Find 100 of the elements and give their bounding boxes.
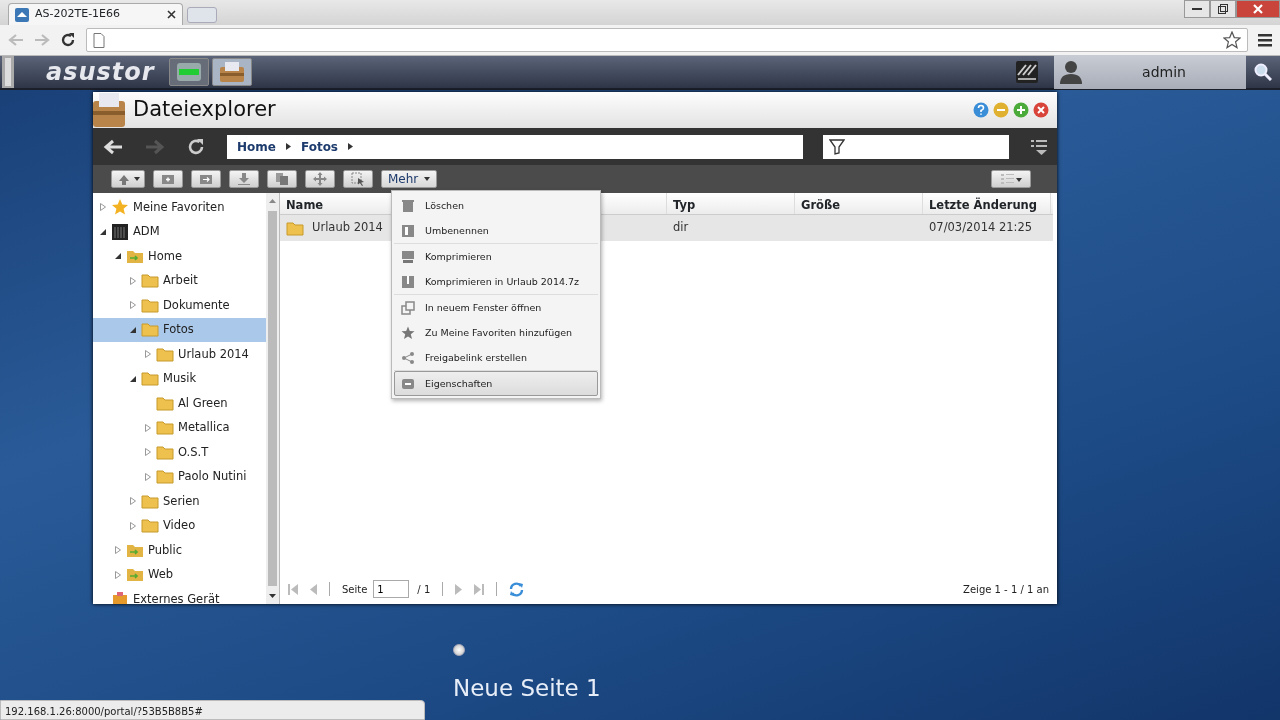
tree-item[interactable]: Arbeit	[93, 268, 266, 293]
browser-tab[interactable]: AS-202TE-1E66	[8, 3, 183, 25]
tree-item[interactable]: Paolo Nutini	[93, 464, 266, 489]
folder-icon	[161, 172, 175, 186]
folder-icon	[156, 420, 174, 436]
breadcrumb-link[interactable]: Fotos	[300, 137, 338, 156]
menu-item[interactable]: Zu Meine Favoriten hinzufügen	[394, 320, 598, 345]
page-field[interactable]: 1	[373, 580, 410, 598]
tree-item[interactable]: Video	[93, 513, 266, 538]
previous-page-icon[interactable]	[310, 583, 317, 595]
reload-icon[interactable]	[60, 32, 76, 48]
menu-item[interactable]: Löschen	[394, 193, 598, 218]
tree-item[interactable]: Musik	[93, 366, 266, 391]
maximize-icon[interactable]	[1013, 102, 1029, 118]
menu-item[interactable]: In neuem Fenster öffnen	[394, 295, 598, 320]
new-tab-button[interactable]	[187, 7, 217, 23]
collapse-icon[interactable]	[130, 375, 136, 382]
column-header[interactable]: Größe	[795, 193, 923, 214]
expand-icon[interactable]	[115, 570, 121, 579]
expand-icon[interactable]	[145, 423, 151, 432]
forward-icon[interactable]	[145, 138, 165, 155]
shared-folder-icon	[126, 567, 144, 583]
folder-icon	[141, 273, 159, 289]
folder-icon	[141, 518, 159, 534]
help-icon[interactable]	[973, 102, 989, 118]
expand-icon[interactable]	[145, 472, 151, 481]
expand-icon[interactable]	[130, 521, 136, 530]
collapse-icon[interactable]	[115, 253, 121, 260]
toolbar-button[interactable]	[191, 170, 221, 188]
tree-item[interactable]: Urlaub 2014	[93, 342, 266, 367]
scrollbar[interactable]	[266, 193, 280, 604]
view-button[interactable]	[991, 170, 1031, 188]
collapse-icon[interactable]	[130, 326, 136, 333]
user-icon[interactable]	[1060, 60, 1082, 84]
collapse-icon[interactable]	[100, 228, 106, 235]
expand-icon[interactable]	[100, 203, 106, 212]
list-options-icon[interactable]	[1031, 138, 1047, 155]
tree-item[interactable]: Serien	[93, 489, 266, 514]
toolbar-button[interactable]	[153, 170, 183, 188]
more-button[interactable]: Mehr	[381, 170, 438, 188]
toolbar-button[interactable]	[343, 170, 373, 188]
expand-icon[interactable]	[130, 276, 136, 285]
trash-icon	[401, 198, 415, 213]
computer-icon	[401, 249, 415, 264]
folder-icon	[141, 371, 159, 387]
tree-item[interactable]: O.S.T	[93, 440, 266, 465]
first-page-icon[interactable]	[288, 583, 298, 595]
tree-item[interactable]: Dokumente	[93, 293, 266, 318]
breadcrumb-bar[interactable]: Home Fotos	[227, 134, 804, 159]
next-page-icon[interactable]	[455, 583, 463, 595]
close-icon[interactable]	[167, 10, 176, 19]
tree-item[interactable]: Fotos	[93, 317, 266, 342]
forward-icon[interactable]	[34, 33, 50, 47]
reload-icon[interactable]	[187, 137, 205, 156]
toolbar-button[interactable]	[229, 170, 259, 188]
expand-icon[interactable]	[115, 546, 121, 555]
last-page-icon[interactable]	[474, 583, 485, 595]
tree-item[interactable]: Public	[93, 538, 266, 563]
tree-item[interactable]: Al Green	[93, 391, 266, 416]
page-indicator[interactable]	[453, 644, 465, 656]
minimize-icon[interactable]	[993, 102, 1009, 118]
expand-icon[interactable]	[145, 350, 151, 359]
app-button[interactable]	[168, 58, 209, 86]
expand-icon[interactable]	[130, 301, 136, 310]
restore-button[interactable]	[1210, 0, 1236, 18]
column-header[interactable]: Typ	[667, 193, 795, 214]
app-button[interactable]	[211, 58, 252, 86]
column-header[interactable]: Letzte Änderung	[923, 193, 1051, 214]
caret-icon	[285, 143, 291, 150]
menu-item[interactable]: Eigenschaften	[394, 371, 598, 396]
search-icon[interactable]	[1254, 63, 1272, 81]
tree-item[interactable]: Externes Gerät	[93, 587, 266, 604]
tree-item[interactable]: Home	[93, 244, 266, 269]
back-icon[interactable]	[103, 138, 123, 155]
refresh-icon[interactable]	[509, 581, 525, 597]
menu-item[interactable]: Komprimieren in Urlaub 2014.7z	[394, 269, 598, 294]
address-field[interactable]	[86, 28, 1248, 52]
toolbar-button[interactable]	[305, 170, 335, 188]
down-icon	[269, 594, 276, 598]
folder-icon	[286, 220, 304, 236]
page-total: / 1	[417, 582, 431, 597]
menu-item[interactable]: Komprimieren	[394, 244, 598, 269]
menu-item[interactable]: Umbenennen	[394, 218, 598, 243]
window-switch-icon[interactable]	[1016, 61, 1038, 83]
tree-item[interactable]: Metallica	[93, 415, 266, 440]
upload-button[interactable]	[111, 170, 145, 188]
menu-icon[interactable]	[1258, 33, 1272, 47]
filter-field[interactable]	[823, 134, 1009, 159]
tree-item[interactable]: Web	[93, 562, 266, 587]
restore-icon	[1218, 4, 1228, 14]
expand-icon[interactable]	[130, 497, 136, 506]
tree-item[interactable]: ADM	[93, 219, 266, 244]
expand-icon[interactable]	[145, 448, 151, 457]
star-icon[interactable]	[1223, 31, 1241, 49]
breadcrumb-link[interactable]: Home	[237, 137, 276, 156]
tree-item[interactable]: Meine Favoriten	[93, 195, 266, 220]
minimize-button[interactable]	[1184, 0, 1210, 18]
close-window-button[interactable]	[1236, 0, 1280, 18]
toolbar-button[interactable]	[267, 170, 297, 188]
menu-item[interactable]: Freigabelink erstellen	[394, 345, 598, 370]
